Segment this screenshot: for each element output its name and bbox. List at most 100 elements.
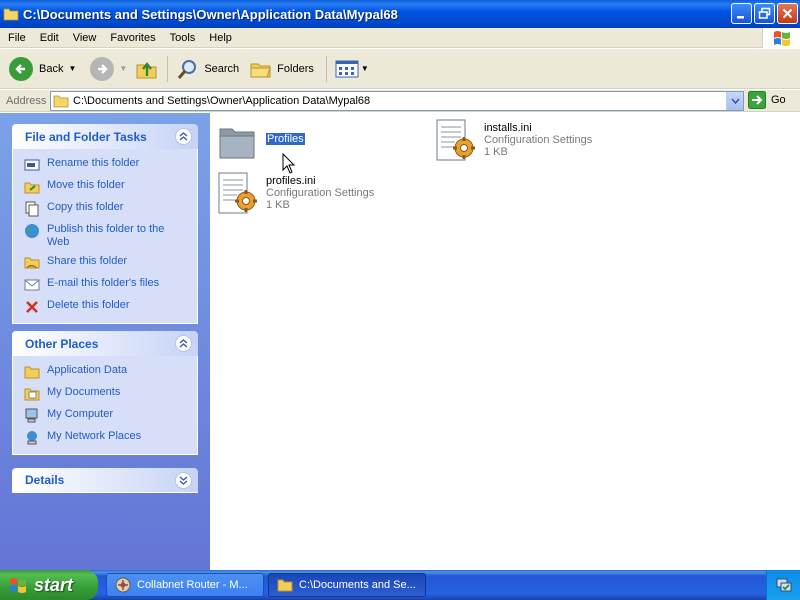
- menu-edit[interactable]: Edit: [33, 32, 66, 44]
- file-name: installs.ini: [484, 122, 532, 134]
- start-label: start: [34, 574, 74, 595]
- menu-help[interactable]: Help: [202, 32, 239, 44]
- panel-title: File and Folder Tasks: [25, 129, 147, 144]
- share-icon: [24, 257, 40, 269]
- restore-icon: [758, 7, 771, 19]
- minimize-icon: [737, 16, 744, 19]
- task-delete-folder[interactable]: Delete this folder: [24, 299, 197, 315]
- views-icon: [335, 60, 359, 77]
- address-input[interactable]: C:\Documents and Settings\Owner\Applicat…: [50, 91, 744, 111]
- taskbar-button-label: Collabnet Router - M...: [137, 579, 248, 591]
- close-button[interactable]: [777, 3, 798, 24]
- file-size: 1 KB: [484, 146, 508, 158]
- up-folder-icon: [136, 61, 157, 78]
- documents-icon: [24, 388, 40, 401]
- place-my-documents[interactable]: My Documents: [24, 386, 197, 402]
- task-rename-folder[interactable]: Rename this folder: [24, 157, 197, 173]
- menu-view[interactable]: View: [66, 32, 104, 44]
- file-name: profiles.ini: [266, 175, 316, 187]
- dropdown-arrow-icon[interactable]: ▼: [119, 64, 127, 73]
- other-places-header[interactable]: Other Places: [12, 331, 198, 356]
- back-button[interactable]: Back ▼: [5, 52, 80, 86]
- menu-favorites[interactable]: Favorites: [103, 32, 162, 44]
- place-application-data[interactable]: Application Data: [24, 364, 197, 380]
- windows-logo-icon: [10, 578, 26, 593]
- folder-icon: [277, 579, 293, 592]
- email-icon: [24, 279, 40, 291]
- address-label: Address: [6, 94, 47, 107]
- details-panel: Details: [12, 468, 198, 493]
- taskbar-button-collabnet-router[interactable]: Collabnet Router - M...: [106, 573, 264, 597]
- taskbar-button-explorer[interactable]: C:\Documents and Se...: [268, 573, 426, 597]
- forward-arrow-icon: [90, 56, 115, 81]
- dropdown-arrow-icon[interactable]: ▼: [68, 64, 76, 73]
- toolbar: Back ▼ ▼ Search Folders ▼: [0, 49, 800, 89]
- expand-icon[interactable]: [175, 471, 192, 489]
- folders-button[interactable]: Folders: [245, 52, 318, 86]
- system-tray: [766, 570, 800, 600]
- restore-button[interactable]: [754, 3, 775, 24]
- back-label: Back: [39, 62, 64, 75]
- move-icon: [24, 182, 40, 194]
- network-icon: [27, 431, 37, 445]
- search-label: Search: [204, 62, 240, 75]
- task-move-folder[interactable]: Move this folder: [24, 179, 197, 195]
- folders-label: Folders: [277, 62, 314, 75]
- globe-icon: [25, 224, 39, 238]
- menu-tools[interactable]: Tools: [163, 32, 203, 44]
- back-arrow-icon: [9, 56, 33, 81]
- toolbar-separator: [167, 55, 169, 82]
- menu-bar: File Edit View Favorites Tools Help: [0, 28, 800, 48]
- copy-icon: [25, 201, 39, 217]
- network-tray-icon[interactable]: [775, 576, 793, 594]
- task-email-files[interactable]: E-mail this folder's files: [24, 277, 197, 293]
- up-button[interactable]: [131, 52, 163, 86]
- minimize-button[interactable]: [731, 3, 752, 24]
- file-name: Profiles: [265, 132, 306, 146]
- file-item-installs-ini[interactable]: installs.ini Configuration Settings 1 KB: [434, 118, 592, 166]
- taskbar-button-label: C:\Documents and Se...: [299, 579, 416, 591]
- search-icon: [178, 59, 197, 79]
- place-my-network-places[interactable]: My Network Places: [24, 430, 197, 446]
- views-button[interactable]: ▼: [331, 52, 373, 86]
- file-item-profiles-ini[interactable]: profiles.ini Configuration Settings 1 KB: [216, 171, 374, 219]
- go-label: Go: [771, 94, 786, 106]
- task-copy-folder[interactable]: Copy this folder: [24, 201, 197, 217]
- other-places-panel: Other Places Application Data My Documen…: [12, 331, 198, 455]
- details-header[interactable]: Details: [12, 468, 198, 493]
- task-publish-folder[interactable]: Publish this folder to the Web: [24, 223, 197, 249]
- address-value: C:\Documents and Settings\Owner\Applicat…: [73, 95, 371, 107]
- panel-title: Details: [25, 473, 65, 487]
- address-dropdown-button[interactable]: [726, 92, 743, 110]
- close-icon: [782, 8, 793, 19]
- windows-logo-icon: [762, 28, 800, 48]
- go-arrow-icon: [748, 91, 766, 109]
- taskbar: start Collabnet Router - M... C:\Documen…: [0, 570, 800, 600]
- config-settings-icon: [218, 172, 257, 214]
- place-my-computer[interactable]: My Computer: [24, 408, 197, 424]
- start-button[interactable]: start: [0, 570, 98, 600]
- forward-button[interactable]: ▼: [86, 52, 131, 86]
- router-app-icon: [115, 577, 131, 593]
- file-folder-tasks-header[interactable]: File and Folder Tasks: [12, 124, 198, 149]
- menu-file[interactable]: File: [0, 32, 33, 44]
- folder-icon: [3, 8, 19, 21]
- chevron-down-icon: [730, 98, 740, 104]
- mouse-cursor-icon: [282, 153, 296, 174]
- toolbar-separator: [325, 55, 327, 82]
- search-button[interactable]: Search: [172, 52, 243, 86]
- file-size: 1 KB: [266, 199, 290, 211]
- config-settings-icon: [436, 119, 475, 161]
- file-type: Configuration Settings: [484, 134, 593, 146]
- file-type: Configuration Settings: [266, 187, 375, 199]
- panel-title: Other Places: [25, 336, 99, 351]
- collapse-icon[interactable]: [175, 128, 192, 145]
- folder-icon: [53, 95, 69, 108]
- title-bar: C:\Documents and Settings\Owner\Applicat…: [0, 0, 800, 28]
- task-share-folder[interactable]: Share this folder: [24, 255, 197, 271]
- go-button[interactable]: Go: [748, 91, 786, 109]
- computer-icon: [25, 408, 38, 423]
- window-title: C:\Documents and Settings\Owner\Applicat…: [23, 6, 398, 22]
- file-folder-tasks-panel: File and Folder Tasks Rename this folder…: [12, 124, 198, 324]
- collapse-icon[interactable]: [175, 335, 192, 352]
